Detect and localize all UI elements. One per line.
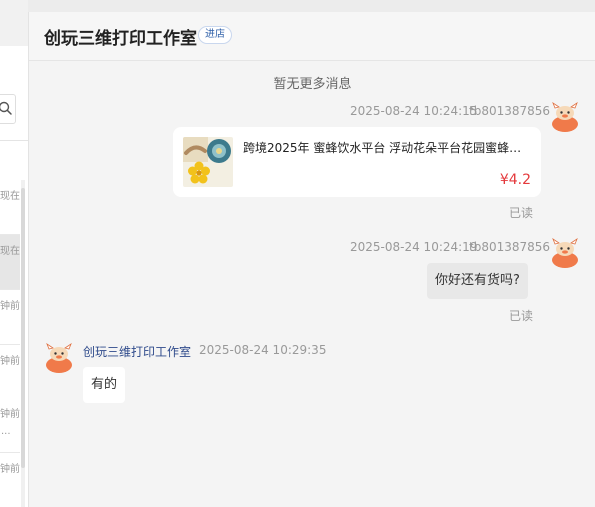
user-avatar-icon (552, 102, 578, 132)
product-title: 跨境2025年 蜜蜂饮水平台 浮动花朵平台花园蜜蜂昆... (243, 141, 531, 155)
conversation-item[interactable]: 钟前 (0, 345, 20, 400)
message-sender: 创玩三维打印工作室 (83, 345, 192, 359)
enter-shop-button[interactable]: 进店 (198, 26, 232, 44)
no-more-messages: 暂无更多消息 (273, 77, 352, 92)
conversation-item[interactable]: 钟前 (0, 290, 20, 345)
read-status: 已读 (509, 309, 534, 323)
chat-header: 创玩三维打印工作室 进店 (29, 12, 595, 61)
product-card[interactable]: 跨境2025年 蜜蜂饮水平台 浮动花朵平台花园蜜蜂昆... ¥4.2 (173, 127, 541, 197)
conversation-list: 现在 现在 钟前 钟前 钟前 ... 钟前 (0, 0, 28, 507)
conversation-ellipsis: ... (1, 426, 11, 437)
conversation-time: 钟前 (0, 409, 20, 420)
read-status: 已读 (509, 206, 534, 220)
conversation-time: 现在 (0, 191, 20, 202)
message-timestamp: 2025-08-24 10:24:19 (350, 240, 478, 254)
conversation-item[interactable]: 钟前 (0, 453, 20, 507)
message-timestamp: 2025-08-24 10:29:35 (199, 343, 327, 357)
message-sender: tb801387856 (469, 240, 551, 254)
conversation-time: 钟前 (0, 464, 20, 475)
product-thumbnail (183, 137, 233, 187)
message-timestamp: 2025-08-24 10:24:15 (350, 104, 478, 118)
conversation-time: 钟前 (0, 301, 20, 312)
chat-window: 创玩三维打印工作室 进店 暂无更多消息 2025-08-24 10:24:15 … (28, 12, 595, 507)
conversation-time: 现在 (0, 246, 20, 257)
search-icon[interactable] (0, 100, 14, 116)
divider (0, 140, 28, 141)
conversation-time: 钟前 (0, 356, 20, 367)
message-bubble-incoming: 有的 (83, 367, 126, 403)
user-avatar-icon (552, 238, 578, 268)
shop-avatar-icon (46, 343, 72, 373)
scrollbar-thumb[interactable] (21, 188, 25, 468)
product-price: ¥4.2 (499, 172, 531, 188)
conversation-item[interactable]: 钟前 ... (0, 398, 20, 453)
conversation-item[interactable]: 现在 (0, 180, 20, 235)
message-sender: tb801387856 (469, 104, 551, 118)
shop-title: 创玩三维打印工作室 (44, 29, 197, 49)
conversation-item-active[interactable]: 现在 (0, 235, 20, 290)
conversation-scrollbar[interactable] (21, 180, 25, 507)
conversation-list-header (0, 0, 28, 46)
message-bubble-outgoing: 你好还有货吗? (427, 263, 528, 299)
